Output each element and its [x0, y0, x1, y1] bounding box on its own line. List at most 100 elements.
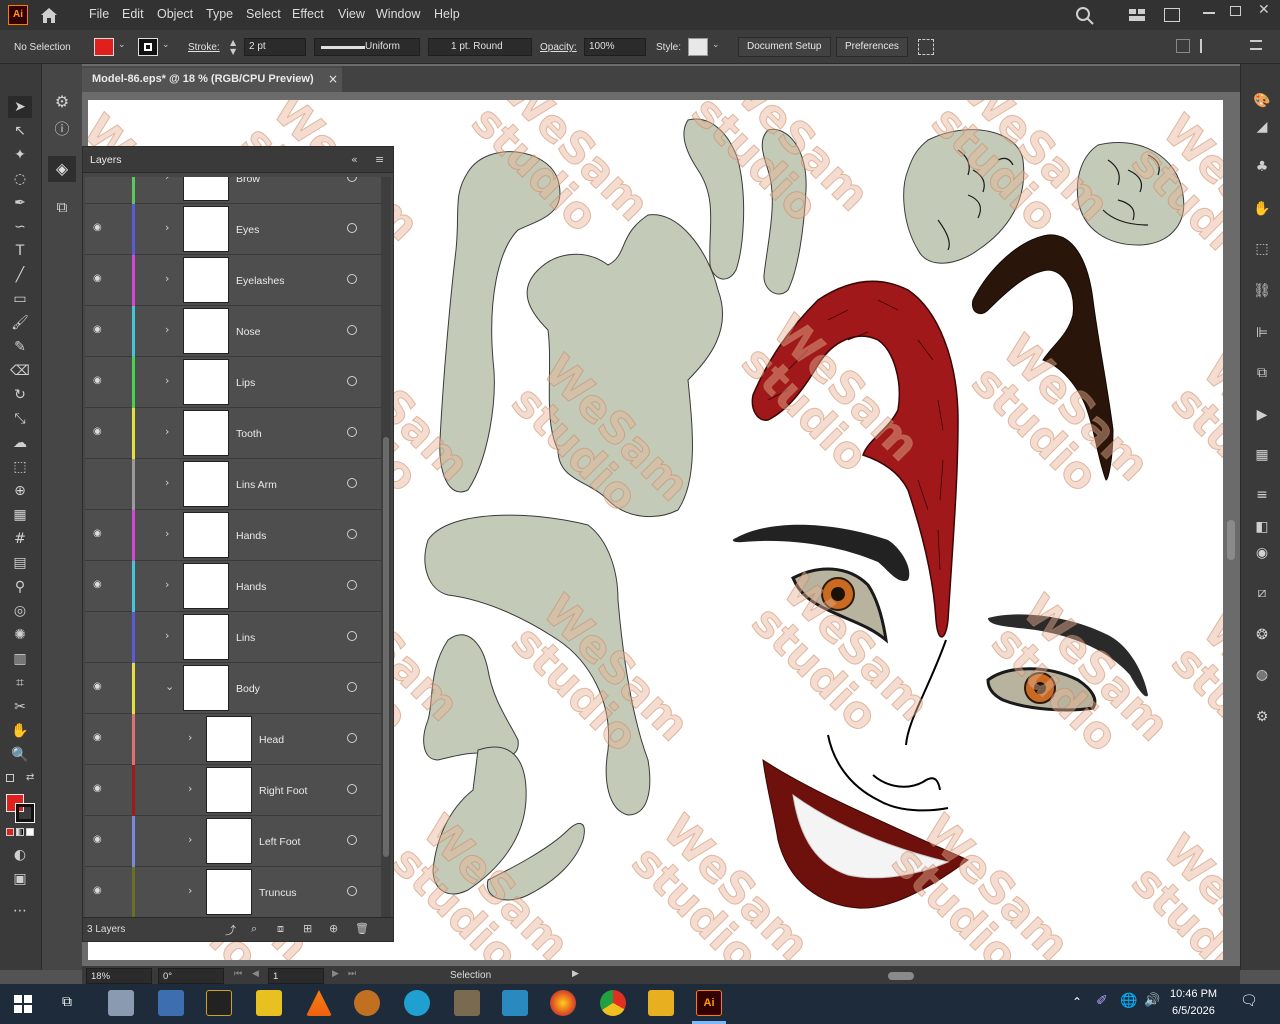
layer-target-icon[interactable]	[347, 376, 357, 386]
eye-icon[interactable]: ◉	[93, 222, 107, 234]
layer-row[interactable]: ◉ › Right Foot	[85, 765, 381, 816]
eye-icon[interactable]: ◉	[93, 375, 107, 387]
layer-row[interactable]: ◉ › Eyes	[85, 204, 381, 255]
symbols-panel-icon[interactable]: ♣	[1251, 156, 1273, 178]
zoom-field[interactable]: 18%	[86, 968, 152, 984]
column-graph-tool-icon[interactable]: ▥	[8, 648, 32, 670]
stroke-swatch[interactable]	[138, 38, 158, 56]
new-sublayer-icon[interactable]: ⊞	[303, 922, 312, 935]
collapse-panel-icon[interactable]: «	[351, 153, 358, 166]
menu-help[interactable]: Help	[434, 7, 460, 21]
document-tab[interactable]: Model-86.eps* @ 18 % (RGB/CPU Preview) ×	[82, 66, 342, 92]
chrome-icon[interactable]	[600, 990, 626, 1016]
image-trace-panel-icon[interactable]: ❂	[1251, 624, 1273, 646]
layer-row[interactable]: ◉ › Hands	[85, 561, 381, 612]
pen-tool-icon[interactable]: ✒	[8, 192, 32, 214]
eye-icon[interactable]: ◉	[93, 426, 107, 438]
links-panel-icon[interactable]: ⛓	[1251, 280, 1273, 302]
layer-target-icon[interactable]	[347, 427, 357, 437]
type-tool-icon[interactable]: T	[8, 240, 32, 262]
chevron-right-icon[interactable]: ›	[165, 323, 169, 336]
layer-row[interactable]: ◉ › Lips	[85, 357, 381, 408]
layer-target-icon[interactable]	[347, 631, 357, 641]
draw-mode-icon[interactable]: ◐	[8, 844, 32, 866]
chevron-down-icon[interactable]: ⌄	[162, 40, 170, 50]
snipping-tool-icon[interactable]	[158, 990, 184, 1016]
color-mode-icons[interactable]	[6, 828, 34, 838]
preferences-button[interactable]: Preferences	[836, 37, 908, 57]
layer-target-icon[interactable]	[347, 580, 357, 590]
eye-icon[interactable]	[93, 177, 107, 183]
gimp-icon[interactable]	[454, 990, 480, 1016]
chevron-right-icon[interactable]: ›	[188, 731, 192, 744]
blend-tool-icon[interactable]: ◎	[8, 600, 32, 622]
layer-target-icon[interactable]	[347, 478, 357, 488]
chevron-down-icon[interactable]: ⌄	[165, 680, 174, 693]
eye-icon[interactable]: ◉	[93, 885, 107, 897]
document-setup-button[interactable]: Document Setup	[738, 37, 831, 57]
vlc-icon[interactable]	[306, 990, 332, 1016]
layer-target-icon[interactable]	[347, 886, 357, 896]
layer-name[interactable]: Eyelashes	[236, 275, 284, 287]
eraser-tool-icon[interactable]: ⌫	[8, 360, 32, 382]
lasso-tool-icon[interactable]: ◌	[8, 168, 32, 190]
canvas-vertical-scrollbar[interactable]	[1225, 84, 1237, 964]
layer-name[interactable]: Lips	[236, 377, 255, 389]
layers-panel-title[interactable]: Layers	[90, 154, 122, 166]
layer-row[interactable]: ◉ › Eyelashes	[85, 255, 381, 306]
menu-window[interactable]: Window	[376, 7, 420, 21]
chevron-right-icon[interactable]: ›	[188, 884, 192, 897]
gradient-tool-icon[interactable]: ▤	[8, 552, 32, 574]
layer-name[interactable]: Tooth	[236, 428, 262, 440]
eye-icon[interactable]	[93, 630, 107, 642]
opacity-label[interactable]: Opacity:	[540, 42, 577, 53]
clock-time[interactable]: 10:46 PM	[1170, 988, 1217, 1000]
maximize-icon[interactable]	[1230, 6, 1241, 16]
stroke-label[interactable]: Stroke:	[188, 42, 220, 53]
new-layer-icon[interactable]: ⊕	[329, 922, 338, 935]
stroke-stepper-icon[interactable]: ▲ ▼	[230, 38, 242, 56]
perspective-grid-tool-icon[interactable]: ▦	[8, 504, 32, 526]
eye-icon[interactable]: ◉	[93, 528, 107, 540]
eye-icon[interactable]: ◉	[93, 579, 107, 591]
symbol-sprayer-tool-icon[interactable]: ✺	[8, 624, 32, 646]
layer-name[interactable]: Lins	[236, 632, 255, 644]
actions-panel-icon[interactable]: ▶	[1251, 404, 1273, 426]
warp-tool-icon[interactable]: ☁	[8, 432, 32, 454]
eye-icon[interactable]: ◉	[93, 324, 107, 336]
menu-view[interactable]: View	[338, 7, 365, 21]
appearance-panel-icon[interactable]: ◉	[1251, 542, 1273, 564]
layer-name[interactable]: Brow	[236, 177, 260, 185]
swap-colors-icon[interactable]: ⇄	[26, 772, 34, 783]
line-tool-icon[interactable]: ╱	[8, 264, 32, 286]
mail-app-icon[interactable]	[502, 990, 528, 1016]
align-icon[interactable]	[1176, 39, 1190, 53]
layers-panel-icon[interactable]: ◈	[48, 156, 76, 182]
layer-name[interactable]: Hands	[236, 530, 266, 542]
layer-name[interactable]: Eyes	[236, 224, 259, 236]
stroke-panel-icon[interactable]: ≡	[1251, 484, 1273, 506]
delete-layer-icon[interactable]: 🗑	[355, 922, 369, 935]
chevron-down-icon[interactable]: ⌄	[118, 40, 126, 50]
previous-artboard-icon[interactable]: ◀	[252, 969, 259, 979]
layer-row[interactable]: ◉ › Tooth	[85, 408, 381, 459]
scale-tool-icon[interactable]: ⤡	[8, 408, 32, 430]
curvature-tool-icon[interactable]: ∽	[8, 216, 32, 238]
stroke-color-box[interactable]	[15, 803, 35, 823]
network-icon[interactable]: 🌐	[1120, 993, 1137, 1009]
transform-panel-icon[interactable]: ⬚	[1251, 238, 1273, 260]
close-tab-icon[interactable]: ×	[328, 72, 338, 86]
clipping-mask-icon[interactable]: ⧈	[277, 922, 284, 936]
mesh-tool-icon[interactable]: #	[8, 528, 32, 550]
direct-selection-tool-icon[interactable]: ↖	[8, 120, 32, 142]
layer-name[interactable]: Hands	[236, 581, 266, 593]
file-explorer-icon[interactable]	[648, 990, 674, 1016]
layer-row[interactable]: › Brow	[85, 177, 381, 204]
eye-icon[interactable]: ◉	[93, 681, 107, 693]
rotation-field[interactable]: 0°	[158, 968, 224, 984]
layer-row[interactable]: ◉ › Truncus	[85, 867, 381, 917]
show-hidden-icons-icon[interactable]: ⌃	[1072, 995, 1082, 1009]
chevron-right-icon[interactable]: ›	[165, 425, 169, 438]
free-transform-tool-icon[interactable]: ⬚	[8, 456, 32, 478]
chevron-right-icon[interactable]: ›	[165, 629, 169, 642]
